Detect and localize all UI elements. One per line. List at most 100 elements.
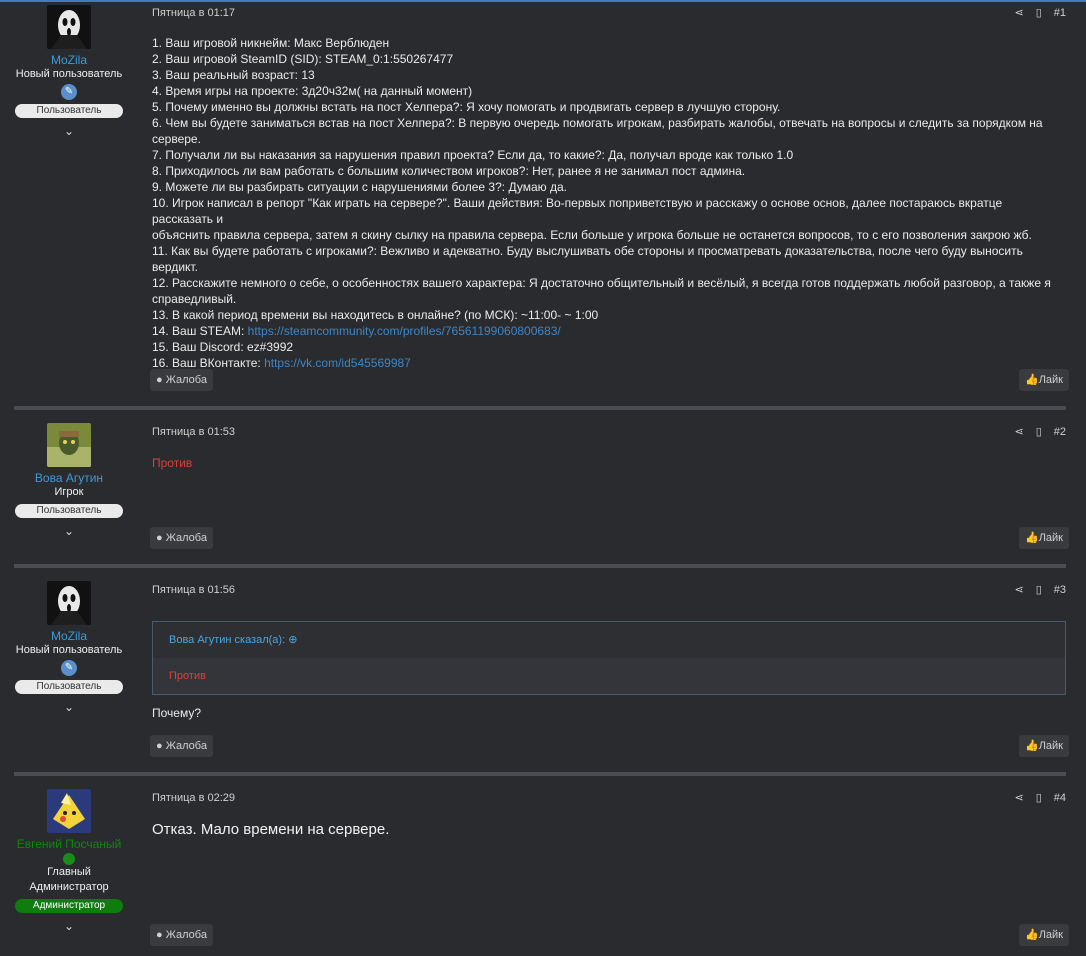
chevron-down-icon[interactable]: ⌄ [14, 700, 124, 714]
post-line: 2. Ваш игровой SteamID (SID): STEAM_0:1:… [152, 52, 454, 66]
user-info: Евгений Посчаный Главный Администратор А… [14, 789, 124, 933]
post-4: Евгений Посчаный Главный Администратор А… [0, 784, 1086, 956]
post-body: 1. Ваш игровой никнейм: Макс Верблюден 2… [152, 35, 1052, 371]
post-text: Отказ. Мало времени на сервере. [152, 821, 390, 838]
role-badge: Пользователь [15, 504, 123, 518]
user-title-line2: Администратор [29, 881, 109, 893]
user-title: Игрок [54, 486, 84, 498]
post-line: 4. Время игры на проекте: 3д20ч32м( на д… [152, 84, 473, 98]
quote-author[interactable]: Вова Агутин сказал(а): [169, 634, 285, 646]
post-number[interactable]: #3 [1054, 584, 1066, 596]
post-date[interactable]: Пятница в 01:56 [152, 584, 235, 596]
quote-header[interactable]: Вова Агутин сказал(а): ⊕ [153, 622, 1065, 658]
post-date[interactable]: Пятница в 01:17 [152, 7, 235, 19]
role-badge: Администратор [15, 899, 123, 913]
report-button[interactable]: ● Жалоба [150, 924, 213, 946]
thumbs-up-icon: 👍 [1025, 740, 1039, 752]
steam-label: 14. Ваш STEAM: [152, 324, 248, 338]
post-number[interactable]: #2 [1054, 426, 1066, 438]
report-label: Жалоба [165, 740, 207, 752]
share-icon[interactable]: ⋖ [1014, 425, 1023, 438]
like-label: Лайк [1038, 929, 1063, 941]
post-1: MoZila Новый пользователь ✎ Пользователь… [0, 0, 1086, 408]
online-status-icon [63, 853, 75, 865]
bookmark-icon[interactable]: ▯ [1036, 791, 1042, 804]
role-badge: Пользователь [15, 104, 123, 118]
avatar[interactable] [47, 581, 91, 625]
username[interactable]: MoZila [14, 53, 124, 67]
post-actions: ⋖ ▯ #1 [1014, 6, 1066, 20]
post-text: Почему? [152, 706, 202, 720]
vk-link[interactable]: https://vk.com/id545569987 [264, 356, 411, 370]
chevron-down-icon[interactable]: ⌄ [14, 124, 124, 138]
post-line: 10. Игрок написал в репорт "Как играть н… [152, 196, 1003, 226]
post-line: 9. Можете ли вы разбирать ситуации с нар… [152, 180, 567, 194]
like-label: Лайк [1038, 374, 1063, 386]
user-info: MoZila Новый пользователь ✎ Пользователь… [14, 581, 124, 714]
report-label: Жалоба [165, 929, 207, 941]
user-title-line1: Главный [47, 866, 91, 878]
report-button[interactable]: ● Жалоба [150, 527, 213, 549]
post-line: объяснить правила сервера, затем я скину… [152, 228, 1032, 242]
share-icon[interactable]: ⋖ [1014, 583, 1023, 596]
post-line: 6. Чем вы будете заниматься встав на пос… [152, 116, 1043, 130]
report-button[interactable]: ● Жалоба [150, 369, 213, 391]
post-date[interactable]: Пятница в 01:53 [152, 426, 235, 438]
post-date[interactable]: Пятница в 02:29 [152, 792, 235, 804]
user-info: MoZila Новый пользователь ✎ Пользователь… [14, 5, 124, 138]
chevron-down-icon[interactable]: ⌄ [14, 524, 124, 538]
steam-link[interactable]: https://steamcommunity.com/profiles/7656… [248, 324, 561, 338]
post-divider [14, 772, 1066, 776]
username[interactable]: MoZila [14, 629, 124, 643]
quote-block: Вова Агутин сказал(а): ⊕ Против [152, 621, 1066, 695]
report-label: Жалоба [165, 532, 207, 544]
post-text: Против [152, 456, 193, 470]
report-label: Жалоба [165, 374, 207, 386]
like-button[interactable]: 👍Лайк [1019, 369, 1069, 391]
bookmark-icon[interactable]: ▯ [1036, 6, 1042, 19]
user-title: Новый пользователь [15, 644, 123, 656]
post-line: вердикт. [152, 260, 198, 274]
share-icon[interactable]: ⋖ [1014, 791, 1023, 804]
thumbs-up-icon: 👍 [1025, 374, 1039, 386]
post-divider [14, 406, 1066, 410]
post-line: 13. В какой период времени вы находитесь… [152, 308, 599, 322]
user-info: Вова Агутин Игрок Пользователь ⌄ [14, 423, 124, 538]
vk-label: 16. Ваш ВКонтакте: [152, 356, 265, 370]
post-divider [14, 564, 1066, 568]
post-line: 1. Ваш игровой никнейм: Макс Верблюден [152, 36, 390, 50]
user-title: Новый пользователь [15, 68, 123, 80]
post-number[interactable]: #4 [1054, 792, 1066, 804]
like-label: Лайк [1038, 740, 1063, 752]
bookmark-icon[interactable]: ▯ [1036, 425, 1042, 438]
avatar[interactable] [47, 423, 91, 467]
post-line-steam: 14. Ваш STEAM: https://steamcommunity.co… [152, 323, 1052, 339]
post-line: сервере. [152, 132, 201, 146]
avatar[interactable] [47, 5, 91, 49]
like-label: Лайк [1038, 532, 1063, 544]
post-line: 3. Ваш реальный возраст: 13 [152, 68, 315, 82]
info-icon: ● [156, 740, 163, 752]
username[interactable]: Евгений Посчаный [14, 837, 124, 851]
post-line-vk: 16. Ваш ВКонтакте: https://vk.com/id5455… [152, 355, 1052, 371]
bookmark-icon[interactable]: ▯ [1036, 583, 1042, 596]
like-button[interactable]: 👍Лайк [1019, 924, 1069, 946]
like-button[interactable]: 👍Лайк [1019, 735, 1069, 757]
role-badge: Пользователь [15, 680, 123, 694]
post-actions: ⋖ ▯ #3 [1014, 583, 1066, 597]
username[interactable]: Вова Агутин [14, 471, 124, 485]
post-line: 12. Расскажите немного о себе, о особенн… [152, 276, 1051, 290]
post-line: 8. Приходилось ли вам работать с большим… [152, 164, 746, 178]
avatar[interactable] [47, 789, 91, 833]
chevron-down-icon[interactable]: ⌄ [14, 919, 124, 933]
post-number[interactable]: #1 [1054, 7, 1066, 19]
info-icon: ● [156, 374, 163, 386]
post-3: MoZila Новый пользователь ✎ Пользователь… [0, 576, 1086, 774]
arrow-up-circle-icon[interactable]: ⊕ [288, 634, 297, 646]
like-button[interactable]: 👍Лайк [1019, 527, 1069, 549]
share-icon[interactable]: ⋖ [1014, 6, 1023, 19]
post-line: 11. Как вы будете работать с игроками?: … [152, 244, 1023, 258]
info-icon: ● [156, 532, 163, 544]
report-button[interactable]: ● Жалоба [150, 735, 213, 757]
thumbs-up-icon: 👍 [1025, 532, 1039, 544]
